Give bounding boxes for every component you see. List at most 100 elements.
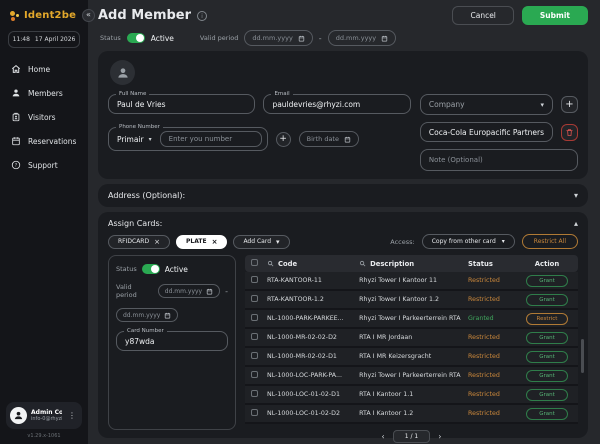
- grant-restrict-button[interactable]: Grant: [526, 389, 568, 401]
- phone-type-select[interactable]: Primair ▾: [114, 133, 155, 146]
- cell-code: NL-1000-LOC-01-02-D1: [267, 391, 359, 398]
- card-status-label: Status: [116, 265, 137, 273]
- email-label: Email: [271, 91, 292, 97]
- card-number-label: Card Number: [124, 328, 167, 334]
- row-checkbox[interactable]: [251, 390, 258, 397]
- sidebar-collapse-button[interactable]: «: [82, 9, 95, 22]
- scrollbar-thumb[interactable]: [581, 339, 584, 373]
- next-page-icon[interactable]: ›: [438, 432, 441, 441]
- add-card-button[interactable]: Add Card ▾: [233, 235, 289, 249]
- sidebar-item-support[interactable]: ? Support: [11, 160, 82, 170]
- phone-number-input[interactable]: Enter you number: [160, 131, 262, 147]
- grant-restrict-button[interactable]: Grant: [526, 332, 568, 344]
- access-label: Access:: [390, 238, 414, 246]
- phone-label: Phone Number: [116, 124, 163, 130]
- app-window: Ident2be « 11:48 17 April 2026 Home Memb…: [0, 0, 600, 444]
- chevron-down-icon[interactable]: ▾: [574, 191, 578, 200]
- row-checkbox[interactable]: [251, 276, 258, 283]
- row-checkbox[interactable]: [251, 352, 258, 359]
- sidebar-item-reservations[interactable]: Reservations: [11, 136, 82, 146]
- status-toggle[interactable]: [127, 33, 145, 43]
- email-field[interactable]: Email pauldevries@rhyzi.com: [263, 94, 410, 114]
- row-checkbox[interactable]: [251, 333, 258, 340]
- page-indicator: 1 / 1: [393, 430, 430, 443]
- table-row: NL-1000-PARK-PARKEE... Rhyzi Tower I Par…: [245, 310, 578, 329]
- grant-restrict-button[interactable]: Grant: [526, 294, 568, 306]
- valid-from-input[interactable]: dd.mm.yyyy: [244, 30, 312, 46]
- search-icon[interactable]: [359, 260, 366, 267]
- row-checkbox[interactable]: [251, 295, 258, 302]
- row-checkbox[interactable]: [251, 314, 258, 321]
- kebab-menu-icon[interactable]: ⋮: [66, 411, 78, 420]
- person-icon: [13, 410, 24, 421]
- copy-from-card-select[interactable]: Copy from other card ▾: [422, 234, 515, 249]
- row-checkbox[interactable]: [251, 409, 258, 416]
- prev-page-icon[interactable]: ‹: [382, 432, 385, 441]
- cell-description: Rhyzi Tower I Kantoor 11: [359, 277, 468, 284]
- cell-code: NL-1000-MR-02-02-D1: [267, 353, 359, 360]
- search-icon[interactable]: [267, 260, 274, 267]
- sidebar-item-home[interactable]: Home: [11, 64, 82, 74]
- sidebar-item-visitors[interactable]: Visitors: [11, 112, 82, 122]
- card-number-field[interactable]: Card Number y87wda: [116, 331, 228, 351]
- table-row: RTA-KANTOOR-11 Rhyzi Tower I Kantoor 11 …: [245, 272, 578, 291]
- cell-description: Rhyzi Tower I Parkeerterrein RTA: [359, 372, 468, 379]
- add-company-button[interactable]: +: [561, 96, 578, 113]
- cancel-button[interactable]: Cancel: [452, 6, 513, 25]
- close-icon[interactable]: ×: [154, 239, 160, 245]
- card-status-toggle[interactable]: [142, 264, 160, 274]
- company-selected-field[interactable]: Coca-Cola Europacific Partners: [420, 122, 553, 142]
- card-detail-panel: Status Active Valid period dd.mm.yyyy -: [108, 255, 236, 430]
- assign-cards-section: Assign Cards: ▴ RFIDCARD × PLATE × Add C…: [98, 212, 588, 438]
- grant-restrict-button[interactable]: Grant: [526, 370, 568, 382]
- submit-button[interactable]: Submit: [522, 6, 588, 25]
- card-chips-row: RFIDCARD × PLATE × Add Card ▾ Access: Co…: [108, 234, 578, 249]
- cell-code: NL-1000-LOC-PARK-PA...: [267, 372, 359, 379]
- cell-code: NL-1000-LOC-01-02-D2: [267, 410, 359, 417]
- logo-text: Ident2be: [24, 10, 76, 21]
- grant-restrict-button[interactable]: Grant: [526, 351, 568, 363]
- valid-to-input[interactable]: dd.mm.yyyy: [328, 30, 396, 46]
- status-badge: Restricted: [468, 410, 522, 417]
- company-select[interactable]: Company ▾: [420, 94, 553, 115]
- assign-cards-title: Assign Cards:: [108, 219, 162, 228]
- restrict-all-button[interactable]: Restrict All: [522, 234, 578, 249]
- row-checkbox[interactable]: [251, 371, 258, 378]
- close-icon[interactable]: ×: [212, 239, 218, 245]
- chip-rfidcard[interactable]: RFIDCARD ×: [108, 235, 170, 249]
- note-input[interactable]: Note (Optional): [420, 149, 578, 171]
- person-icon: [11, 88, 21, 98]
- grant-restrict-button[interactable]: Restrict: [526, 313, 568, 325]
- remove-company-button[interactable]: [561, 124, 578, 141]
- table-row: NL-1000-LOC-01-02-D1 RTA I Kantoor 1.1 R…: [245, 386, 578, 405]
- cell-code: RTA-KANTOOR-1.2: [267, 296, 359, 303]
- select-all-checkbox[interactable]: [251, 259, 258, 266]
- chevron-up-icon[interactable]: ▴: [574, 219, 578, 228]
- question-icon: ?: [11, 160, 21, 170]
- status-badge: Restricted: [468, 334, 522, 341]
- cell-description: RTA I MR Jordaan: [359, 334, 468, 341]
- chip-plate[interactable]: PLATE ×: [176, 235, 227, 249]
- add-phone-button[interactable]: +: [276, 132, 291, 147]
- grant-restrict-button[interactable]: Grant: [526, 408, 568, 420]
- table-row: NL-1000-MR-02-02-D1 RTA I MR Keizersgrac…: [245, 348, 578, 367]
- card-valid-to-input[interactable]: dd.mm.yyyy: [116, 308, 178, 322]
- phone-fieldset: Phone Number Primair ▾ Enter you number: [108, 127, 268, 151]
- sidebar-item-members[interactable]: Members: [11, 88, 82, 98]
- logo: Ident2be: [6, 6, 82, 23]
- table-row: RTA-KANTOOR-1.2 Rhyzi Tower I Kantoor 1.…: [245, 291, 578, 310]
- status-badge: Granted: [468, 315, 522, 322]
- status-bar: Status Active Valid period dd.mm.yyyy - …: [98, 30, 588, 46]
- admin-profile-card[interactable]: Admin CocaCola info-0@rhyzi.com ⋮: [6, 402, 82, 429]
- full-name-label: Full Name: [116, 91, 149, 97]
- birth-date-input[interactable]: Birth date: [299, 131, 359, 147]
- card-valid-from-input[interactable]: dd.mm.yyyy: [158, 284, 220, 298]
- address-section[interactable]: Address (Optional): ▾: [98, 184, 588, 207]
- cell-description: Rhyzi Tower I Parkeerterrein RTA: [359, 315, 468, 322]
- grant-restrict-button[interactable]: Grant: [526, 275, 568, 287]
- page-header: Add Member i Cancel Submit: [98, 6, 588, 25]
- chevron-down-icon: ▾: [540, 101, 544, 109]
- full-name-field[interactable]: Full Name Paul de Vries: [108, 94, 255, 114]
- info-icon[interactable]: i: [197, 11, 207, 21]
- datetime-badge: 11:48 17 April 2026: [8, 31, 80, 48]
